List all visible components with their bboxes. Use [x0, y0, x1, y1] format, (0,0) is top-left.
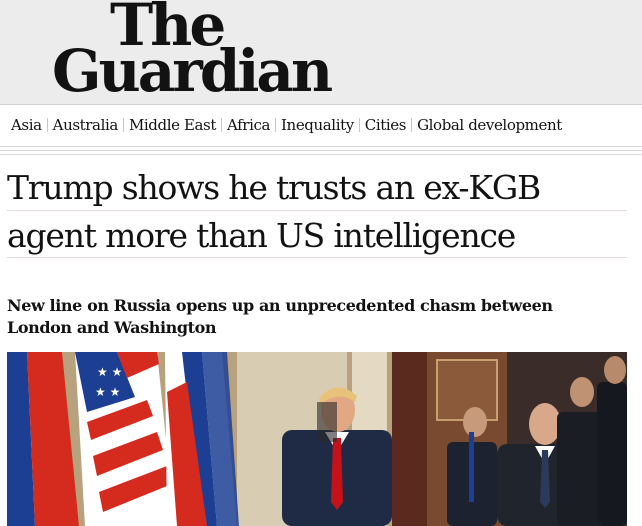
nav-item-global-development[interactable]: Global development [417, 116, 562, 134]
nav-item-africa[interactable]: Africa [227, 116, 270, 134]
nav-item-australia[interactable]: Australia [53, 116, 119, 134]
nav-separator [358, 118, 360, 132]
headline-rule [7, 210, 627, 211]
headline-rule [7, 257, 627, 258]
nav-separator [220, 118, 222, 132]
svg-text:★ ★: ★ ★ [95, 385, 120, 399]
guardian-logo[interactable]: The Guardian [52, 0, 352, 105]
logo-line-guardian: Guardian [52, 37, 333, 105]
article-standfirst: New line on Russia opens up an unprecede… [7, 296, 553, 337]
nav-bottom-rules [0, 146, 642, 158]
nav-item-asia[interactable]: Asia [11, 116, 42, 134]
article-headline: Trump shows he trusts an ex-KGB agent mo… [7, 168, 541, 255]
nav-item-cities[interactable]: Cities [365, 116, 407, 134]
section-nav: Asia Australia Middle East Africa Inequa… [0, 105, 642, 145]
nav-separator [275, 118, 277, 132]
svg-text:★ ★: ★ ★ [97, 365, 122, 379]
article-main-photo[interactable]: ★ ★ ★ ★ [7, 352, 627, 526]
masthead: The Guardian [0, 0, 642, 104]
nav-item-inequality[interactable]: Inequality [281, 116, 354, 134]
nav-separator [411, 118, 413, 132]
nav-item-middle-east[interactable]: Middle East [129, 116, 216, 134]
nav-separator [122, 118, 124, 132]
nav-separator [46, 118, 48, 132]
photo-illustration: ★ ★ ★ ★ [7, 352, 627, 526]
